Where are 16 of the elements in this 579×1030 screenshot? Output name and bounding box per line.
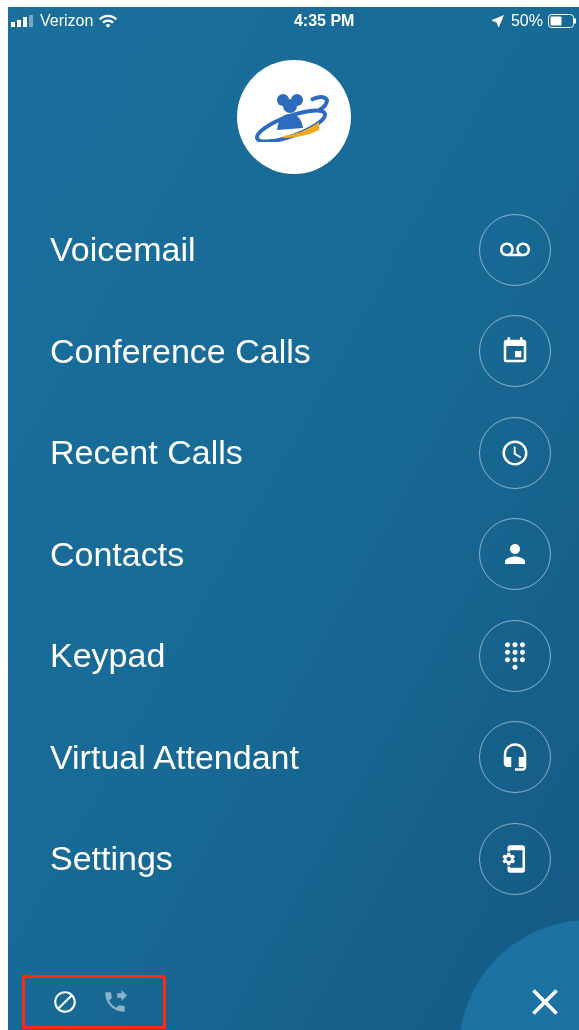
status-toggle-button[interactable] (52, 989, 78, 1015)
battery-icon (548, 14, 576, 28)
phone-arrow-icon (102, 989, 128, 1015)
menu-item-label[interactable]: Recent Calls (50, 427, 243, 479)
no-entry-icon (52, 989, 78, 1015)
menu-item-label[interactable]: Voicemail (50, 224, 196, 276)
menu-item-label[interactable]: Virtual Attendant (50, 731, 299, 783)
menu-item-label[interactable]: Settings (50, 833, 173, 885)
menu-item-label[interactable]: Conference Calls (50, 325, 311, 377)
signal-icon (11, 15, 35, 27)
menu-item-label[interactable]: Keypad (50, 630, 166, 682)
menu-item-label[interactable]: Contacts (50, 528, 185, 580)
status-time: 4:35 PM (293, 11, 355, 31)
location-icon (489, 13, 506, 29)
carrier-name: Verizon (40, 11, 94, 31)
battery-percent: 50% (510, 11, 543, 31)
